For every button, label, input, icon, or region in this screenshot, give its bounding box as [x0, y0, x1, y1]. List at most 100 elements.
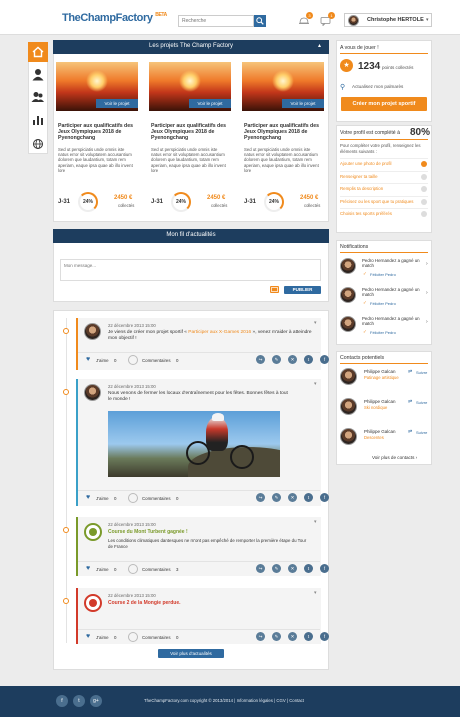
contact-avatar[interactable] [340, 368, 357, 385]
profile-item[interactable]: Ajouter une photo de profil [340, 161, 416, 166]
project-link[interactable]: Participer aux X-Games 2016 [188, 330, 251, 335]
edit-icon[interactable]: ✎ [272, 564, 281, 573]
profile-item[interactable]: Choisis tes sports préférés [340, 211, 416, 216]
message-count: 1 [328, 12, 335, 19]
profile-item[interactable]: Renseigner ta taille [340, 174, 416, 179]
twitter-icon[interactable]: t [304, 355, 313, 364]
edit-icon[interactable]: ✎ [272, 493, 281, 502]
comments-button[interactable]: Commentaires 0 [128, 355, 188, 365]
view-project-button[interactable]: Voir le projet [189, 99, 231, 108]
post-author-avatar[interactable] [84, 323, 101, 340]
like-button[interactable]: ♥ J'aime 0 [86, 356, 118, 365]
footer-links[interactable]: TheChampFactory.com copyright © 2013/201… [144, 698, 304, 703]
project-collected-label: collectés [211, 203, 228, 208]
delete-icon[interactable]: ✕ [288, 632, 297, 641]
google-plus-icon[interactable]: g+ [90, 695, 102, 707]
post-menu-chevron[interactable]: ▾ [314, 519, 317, 525]
twitter-icon[interactable]: t [304, 493, 313, 502]
comments-button[interactable]: Commentaires 3 [128, 564, 188, 574]
search-input[interactable] [178, 15, 254, 27]
event-title[interactable]: Course 2 de la Mongie perdue. [108, 600, 308, 606]
profile-item[interactable]: Précisez ou les sport que tu pratiques [340, 199, 416, 204]
logo[interactable]: TheChampFactory BETA [62, 12, 167, 24]
twitter-icon[interactable]: t [73, 695, 85, 707]
comments-label: Commentaires [142, 635, 171, 640]
sep [78, 490, 320, 491]
profile-item[interactable]: Remplis ta description [340, 186, 416, 191]
notifications-button[interactable]: 3 [298, 12, 313, 26]
helmet [212, 413, 224, 421]
twitter-icon[interactable]: t [304, 632, 313, 641]
congratulate-link[interactable]: Féliciter Pedro [370, 272, 396, 277]
event-title[interactable]: Course du Mont Turbent gagnée ! [108, 529, 308, 535]
nav-community[interactable] [28, 87, 48, 107]
share-icon[interactable]: ↪ [256, 355, 265, 364]
post-author-avatar[interactable] [84, 384, 101, 401]
chevron-up-icon[interactable]: ▴ [318, 40, 321, 53]
facebook-icon[interactable]: f [56, 695, 68, 707]
contact-avatar[interactable] [340, 428, 357, 445]
attach-photo-button[interactable] [270, 286, 279, 293]
notification-avatar[interactable] [340, 316, 356, 332]
profile-item-status-icon [421, 198, 427, 205]
post-menu-chevron[interactable]: ▾ [314, 590, 317, 596]
view-project-button[interactable]: Voir le projet [96, 99, 138, 108]
search-button[interactable] [254, 15, 266, 27]
share-icon[interactable]: ↪ [256, 493, 265, 502]
publish-button[interactable]: PUBLIER [284, 286, 321, 294]
timeline-line [66, 318, 67, 643]
contact-name[interactable]: Philippe Galcan [364, 399, 396, 404]
user-menu[interactable]: Christophe HERTOLE ▾ [344, 13, 432, 27]
twitter-icon[interactable]: t [304, 564, 313, 573]
post-date: 22 décembre 2013 15:00 [108, 593, 156, 598]
nav-stats[interactable] [28, 110, 48, 130]
contact-name[interactable]: Philippe Galcan [364, 429, 396, 434]
facebook-icon[interactable]: f [320, 355, 329, 364]
facebook-icon[interactable]: f [320, 564, 329, 573]
edit-icon[interactable]: ✎ [272, 355, 281, 364]
nav-world[interactable] [28, 134, 48, 154]
like-button[interactable]: ♥ J'aime 0 [86, 494, 118, 503]
more-contacts-link[interactable]: Voir plus de contacts › [372, 455, 417, 460]
messages-button[interactable]: 1 [320, 12, 335, 27]
post-menu-chevron[interactable]: ▾ [314, 320, 317, 326]
project-title[interactable]: Participer aux qualificatifs des Jeux Ol… [58, 123, 136, 142]
comments-button[interactable]: Commentaires 0 [128, 493, 188, 503]
congratulate-link[interactable]: Féliciter Pedro [370, 301, 396, 306]
post-menu-chevron[interactable]: ▾ [314, 381, 317, 387]
timeline-dot [63, 527, 69, 533]
facebook-icon[interactable]: f [320, 493, 329, 502]
delete-icon[interactable]: ✕ [288, 564, 297, 573]
view-project-button[interactable]: Voir le projet [282, 99, 324, 108]
follow-button[interactable]: Suivre [416, 370, 427, 375]
notification-avatar[interactable] [340, 258, 356, 274]
delete-icon[interactable]: ✕ [288, 355, 297, 364]
project-amount: 2450 € [114, 195, 133, 201]
profile-title: Votre profil est complété à [340, 130, 400, 136]
create-project-button[interactable]: Créer mon projet sportif [341, 97, 427, 111]
share-icon[interactable]: ↪ [256, 632, 265, 641]
nav-profile[interactable] [28, 65, 48, 85]
event-badge-dot [89, 528, 97, 536]
comments-button[interactable]: Commentaires 0 [128, 632, 188, 642]
share-icon[interactable]: ↪ [256, 564, 265, 573]
update-palmares-link[interactable]: Actualisez mon palmarès [352, 84, 403, 89]
more-news-button[interactable]: Voir plus d'actualités [158, 649, 224, 658]
follow-button[interactable]: Suivre [416, 430, 427, 435]
facebook-icon[interactable]: f [320, 632, 329, 641]
like-button[interactable]: ♥ J'aime 0 [86, 633, 118, 642]
follow-button[interactable]: Suivre [416, 400, 427, 405]
like-button[interactable]: ♥ J'aime 0 [86, 565, 118, 574]
contact-name[interactable]: Philippe Galcan [364, 369, 396, 374]
project-title[interactable]: Participer aux qualificatifs des Jeux Ol… [244, 123, 322, 142]
message-input[interactable] [60, 259, 321, 281]
edit-icon[interactable]: ✎ [272, 632, 281, 641]
post-image[interactable] [108, 411, 280, 477]
comment-icon [128, 632, 138, 642]
project-title[interactable]: Participer aux qualificatifs des Jeux Ol… [151, 123, 229, 142]
contact-avatar[interactable] [340, 398, 357, 415]
notification-avatar[interactable] [340, 287, 356, 303]
delete-icon[interactable]: ✕ [288, 493, 297, 502]
nav-home[interactable] [28, 42, 48, 62]
congratulate-link[interactable]: Féliciter Pedro [370, 330, 396, 335]
